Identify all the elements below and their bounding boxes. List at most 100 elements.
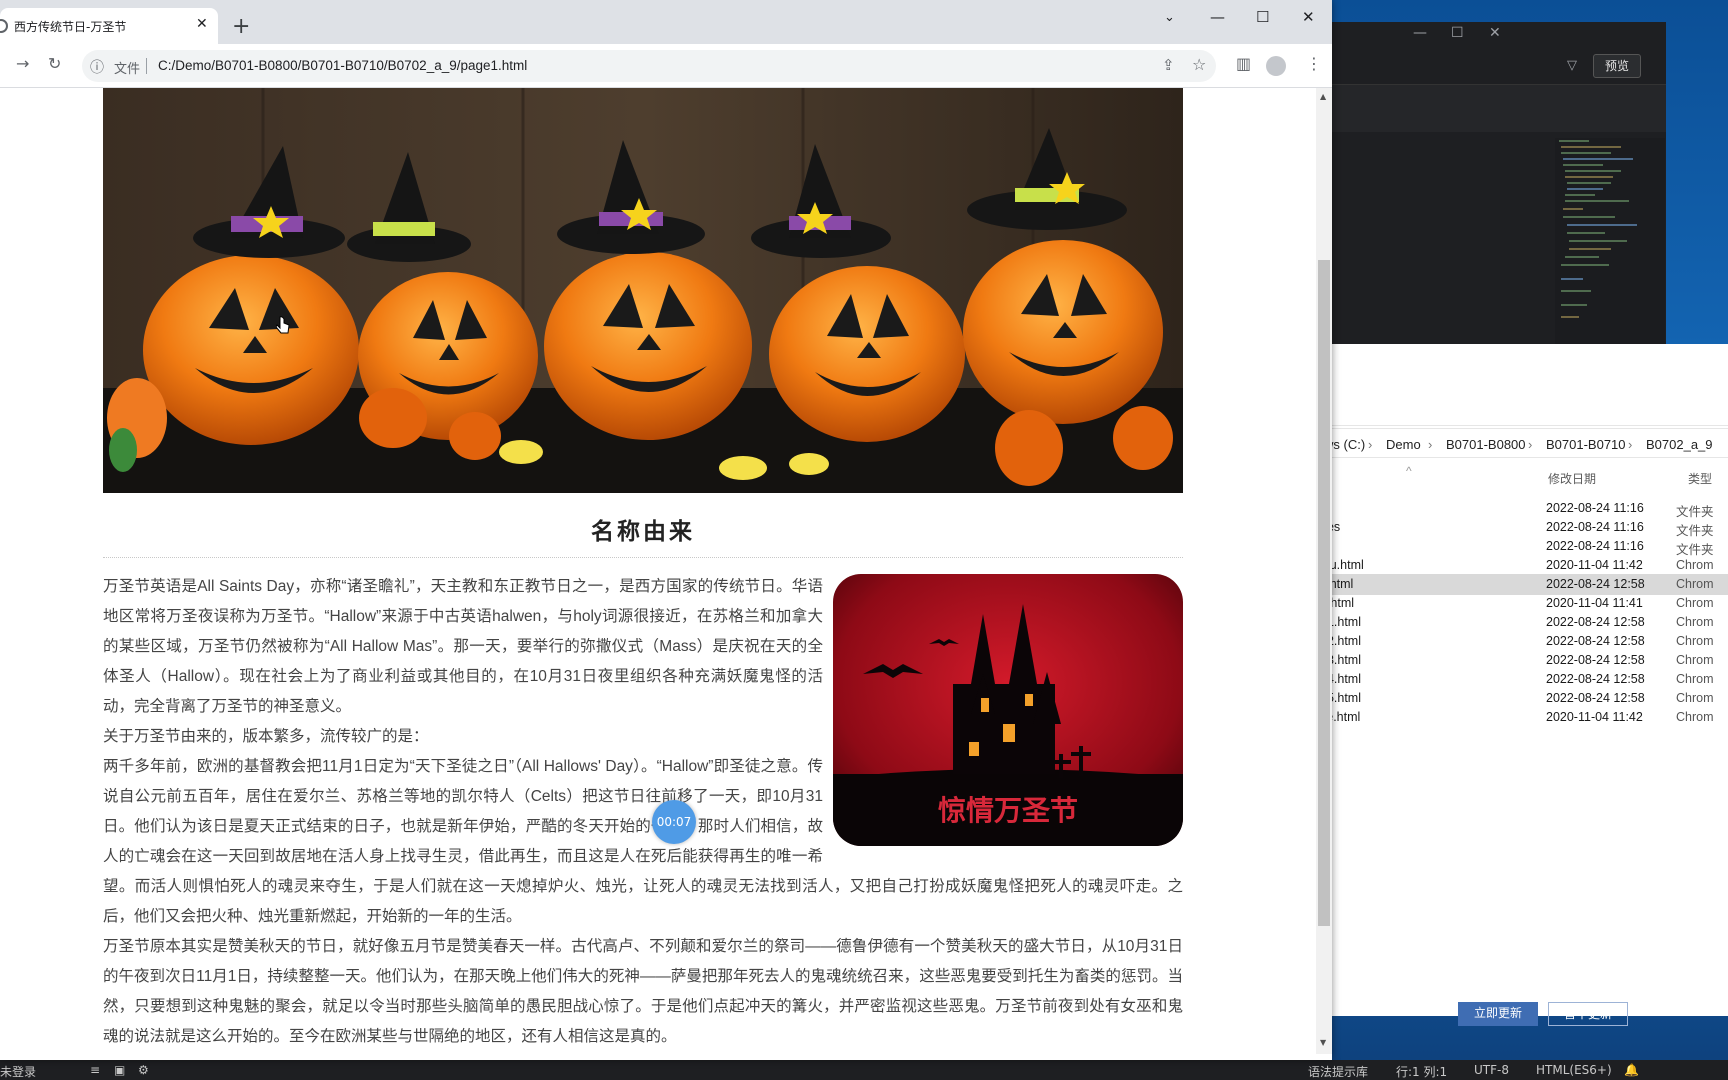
menu-kebab-icon[interactable]: ⋮: [1306, 56, 1322, 72]
filter-icon[interactable]: ▽: [1567, 58, 1577, 73]
preview-button[interactable]: 预览: [1593, 54, 1641, 78]
encoding[interactable]: UTF-8: [1474, 1063, 1509, 1077]
editor-titlebar: — ☐ ✕: [1321, 22, 1666, 46]
title-divider: [103, 557, 1183, 558]
update-now-button[interactable]: 立即更新: [1458, 1002, 1538, 1026]
close-icon[interactable]: ✕: [1489, 25, 1501, 41]
minimize-icon[interactable]: —: [1413, 25, 1427, 41]
syntax-hint[interactable]: 语法提示库: [1308, 1063, 1368, 1080]
url-text[interactable]: C:/Demo/B0701-B0800/B0701-B0710/B0702_a_…: [158, 58, 527, 73]
editor-toolbar: ▽ 预览: [1321, 52, 1666, 82]
editor-statusbar: 未登录 ≡ ▣ ⚙ 语法提示库 行:1 列:1 UTF-8 HTML(ES6+)…: [0, 1060, 1728, 1080]
file-modified-date: 2022-08-24 11:16: [1546, 501, 1644, 515]
close-icon[interactable]: ✕: [1302, 8, 1315, 26]
file-row[interactable]: 2022-08-24 11:16 文件夹: [1320, 498, 1728, 519]
maximize-icon[interactable]: ☐: [1256, 8, 1269, 26]
update-later-button[interactable]: 暂不更新: [1548, 1002, 1628, 1026]
breadcrumb-item[interactable]: B0701-B0710: [1546, 437, 1626, 452]
file-modified-date: 2020-11-04 11:41: [1546, 596, 1643, 610]
file-type: Chrom: [1676, 615, 1714, 629]
tab-strip: 西方传统节日-万圣节 ✕ + ⌄ — ☐ ✕: [0, 0, 1332, 44]
settings-icon[interactable]: ⚙: [138, 1063, 149, 1077]
breadcrumb-item[interactable]: B0702_a_9: [1646, 437, 1713, 452]
file-type: Chrom: [1676, 596, 1714, 610]
maximize-icon[interactable]: ☐: [1451, 25, 1464, 41]
file-row[interactable]: ges2022-08-24 11:16文件夹: [1320, 517, 1728, 538]
mouse-cursor-icon: [275, 316, 290, 334]
file-modified-date: 2022-08-24 12:58: [1546, 672, 1645, 686]
file-row[interactable]: e4.html 2022-08-24 12:58 Chrom: [1320, 669, 1728, 690]
info-icon[interactable]: ⓘ: [90, 57, 104, 77]
notification-icon[interactable]: 🔔: [1624, 1063, 1639, 1077]
file-type: Chrom: [1676, 558, 1714, 572]
paragraph: 万圣节原本其实是赞美秋天的节日，就好像五月节是赞美春天一样。古代高卢、不列颠和爱…: [103, 938, 1183, 1045]
scroll-down-icon[interactable]: ▼: [1320, 1038, 1326, 1047]
bookmark-star-icon[interactable]: ☆: [1192, 55, 1206, 74]
sort-arrow-icon: ^: [1406, 464, 1412, 478]
share-icon[interactable]: ⇪: [1162, 56, 1175, 74]
hero-pumpkins-image: [103, 88, 1183, 493]
breadcrumb-item[interactable]: B0701-B0800: [1446, 437, 1526, 452]
browser-window: 西方传统节日-万圣节 ✕ + ⌄ — ☐ ✕ → ↻ ⓘ 文件 C:/Demo/…: [0, 0, 1332, 1060]
section-title: 名称由来: [591, 518, 695, 545]
tab-search-chevron-icon[interactable]: ⌄: [1164, 10, 1175, 25]
login-status[interactable]: 未登录: [0, 1063, 36, 1080]
article-body: 惊情万圣节 万圣节英语是All Saints Day，亦称“诸圣瞻礼”，天主教和…: [103, 572, 1183, 1052]
scroll-up-icon[interactable]: ▲: [1320, 92, 1326, 101]
tab-close-icon[interactable]: ✕: [196, 16, 208, 32]
file-list-header: ^ 修改日期 类型: [1320, 464, 1728, 490]
file-type: Chrom: [1676, 577, 1714, 591]
column-type[interactable]: 类型: [1688, 470, 1712, 487]
language-mode[interactable]: HTML(ES6+): [1536, 1063, 1612, 1077]
breadcrumb[interactable]: ws (C:) › Demo › B0701-B0800 › B0701-B07…: [1320, 428, 1728, 458]
code-editor-window: — ☐ ✕ ▽ 预览: [1320, 22, 1666, 344]
tab-title: 西方传统节日-万圣节: [14, 20, 127, 34]
recording-timer-badge[interactable]: 00:07: [652, 800, 696, 844]
file-modified-date: 2022-08-24 12:58: [1546, 577, 1645, 591]
file-row[interactable]: glu.html 2020-11-04 11:42 Chrom: [1320, 555, 1728, 576]
file-modified-date: 2022-08-24 12:58: [1546, 691, 1645, 705]
file-type: Chrom: [1676, 691, 1714, 705]
forward-arrow-icon[interactable]: →: [16, 56, 29, 72]
breadcrumb-item[interactable]: Demo: [1386, 437, 1421, 452]
column-modified[interactable]: 修改日期: [1548, 470, 1596, 487]
file-row[interactable]: ce.html 2020-11-04 11:42 Chrom: [1320, 707, 1728, 728]
file-row[interactable]: e2.html 2022-08-24 12:58 Chrom: [1320, 631, 1728, 652]
file-modified-date: 2022-08-24 11:16: [1546, 539, 1644, 553]
scrollbar-thumb[interactable]: [1318, 260, 1330, 926]
editor-tabbar: [1321, 84, 1666, 132]
file-row[interactable]: 2022-08-24 11:16 文件夹: [1320, 536, 1728, 557]
reload-icon[interactable]: ↻: [48, 56, 61, 72]
file-row[interactable]: n.html 2020-11-04 11:41 Chrom: [1320, 593, 1728, 614]
file-type: Chrom: [1676, 634, 1714, 648]
code-minimap[interactable]: [1555, 138, 1665, 344]
file-type: Chrom: [1676, 653, 1714, 667]
tab-active[interactable]: 西方传统节日-万圣节 ✕: [0, 8, 218, 44]
haunted-house-image: 惊情万圣节: [833, 574, 1183, 846]
browser-toolbar: → ↻ ⓘ 文件 C:/Demo/B0701-B0800/B0701-B0710…: [0, 44, 1332, 88]
terminal-icon[interactable]: ▣: [114, 1063, 125, 1077]
file-modified-date: 2020-11-04 11:42: [1546, 710, 1643, 724]
new-tab-button[interactable]: +: [232, 16, 250, 38]
file-row[interactable]: e1.html 2022-08-24 12:58 Chrom: [1320, 612, 1728, 633]
side-panel-icon[interactable]: ▥: [1236, 56, 1251, 72]
minimize-icon[interactable]: —: [1210, 8, 1225, 26]
file-modified-date: 2022-08-24 11:16: [1546, 520, 1644, 534]
profile-avatar-icon[interactable]: [1266, 56, 1286, 76]
file-row[interactable]: e3.html 2022-08-24 12:58 Chrom: [1320, 650, 1728, 671]
file-row[interactable]: e5.html 2022-08-24 12:58 Chrom: [1320, 688, 1728, 709]
file-modified-date: 2022-08-24 12:58: [1546, 615, 1645, 629]
file-modified-date: 2020-11-04 11:42: [1546, 558, 1643, 572]
file-modified-date: 2022-08-24 12:58: [1546, 653, 1645, 667]
side-image-caption: 惊情万圣节: [938, 794, 1078, 827]
cursor-position: 行:1 列:1: [1396, 1065, 1448, 1079]
address-bar[interactable]: ⓘ 文件 C:/Demo/B0701-B0800/B0701-B0710/B07…: [82, 50, 1216, 82]
globe-icon: [0, 19, 8, 33]
file-row[interactable]: x.html 2022-08-24 12:58 Chrom: [1320, 574, 1728, 595]
page-viewport[interactable]: 名称由来 惊情万圣节 万圣节英语是All Saints Day，亦称“诸圣瞻礼”…: [0, 88, 1316, 1054]
explorer-ribbon: [1320, 400, 1728, 426]
list-icon[interactable]: ≡: [90, 1063, 100, 1077]
vertical-scrollbar[interactable]: ▲ ▼: [1316, 88, 1332, 1054]
file-modified-date: 2022-08-24 12:58: [1546, 634, 1645, 648]
file-explorer-window: ws (C:) › Demo › B0701-B0800 › B0701-B07…: [1320, 344, 1728, 1016]
